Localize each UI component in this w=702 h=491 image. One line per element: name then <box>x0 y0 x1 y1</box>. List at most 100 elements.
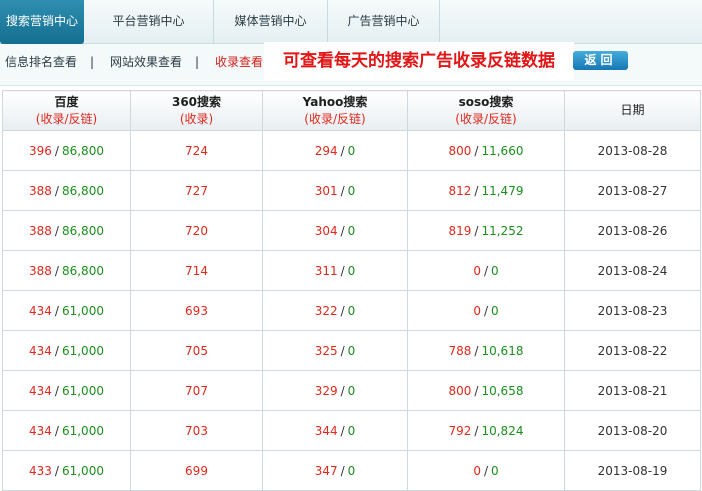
back-button[interactable]: 返回 <box>573 51 628 70</box>
cell-baidu: 396/86,800 <box>2 130 131 171</box>
index-value: 329 <box>314 383 338 398</box>
separator: | <box>195 55 200 69</box>
backlink-value: 11,252 <box>481 223 524 238</box>
table-row: 434/61,000 703 344/0 792/10,824 2013-08-20 <box>2 410 701 451</box>
slash: / <box>54 263 59 278</box>
promo-banner: 可查看每天的搜索广告收录反链数据 <box>264 42 574 80</box>
slash: / <box>340 463 345 478</box>
cell-baidu: 388/86,800 <box>2 170 131 211</box>
cell-soso: 812/11,479 <box>407 170 565 211</box>
cell-baidu: 434/61,000 <box>2 410 131 451</box>
cell-date: 2013-08-27 <box>564 170 701 211</box>
index-value: 800 <box>448 383 472 398</box>
cell-yahoo: 347/0 <box>262 450 408 491</box>
column-subtitle: (收录/反链) <box>35 111 98 126</box>
table-row: 396/86,800 724 294/0 800/11,660 2013-08-28 <box>2 130 701 171</box>
cell-360: 720 <box>130 210 263 251</box>
index-value: 388 <box>29 223 52 238</box>
slash: / <box>340 343 345 358</box>
index-value: 0 <box>473 463 481 478</box>
index-value: 311 <box>314 263 338 278</box>
cell-soso: 0/0 <box>407 450 565 491</box>
top-navigation: 搜索营销中心 平台营销中心 媒体营销中心 广告营销中心 <box>0 0 702 44</box>
cell-date: 2013-08-26 <box>564 210 701 251</box>
backlink-value: 86,800 <box>61 263 104 278</box>
tab-platform-marketing[interactable]: 平台营销中心 <box>84 0 214 44</box>
backlink-value: 61,000 <box>61 423 104 438</box>
cell-360: 727 <box>130 170 263 211</box>
index-value: 396 <box>29 143 52 158</box>
slash: / <box>483 463 489 478</box>
table-row: 434/61,000 705 325/0 788/10,618 2013-08-22 <box>2 330 701 371</box>
backlink-value: 0 <box>347 263 356 278</box>
column-title: soso搜索 <box>458 94 514 109</box>
cell-yahoo: 304/0 <box>262 210 408 251</box>
column-header-date: 日期 <box>564 90 701 131</box>
cell-soso: 800/10,658 <box>407 370 565 411</box>
slash: / <box>474 383 479 398</box>
cell-date: 2013-08-20 <box>564 410 701 451</box>
index-value: 792 <box>448 423 472 438</box>
index-value: 707 <box>185 383 208 398</box>
index-value: 388 <box>29 183 52 198</box>
backlink-value: 86,800 <box>61 143 104 158</box>
index-value: 727 <box>185 183 208 198</box>
index-value: 812 <box>448 183 472 198</box>
cell-baidu: 433/61,000 <box>2 450 131 491</box>
link-rank-view[interactable]: 信息排名查看 <box>5 44 77 82</box>
slash: / <box>474 143 479 158</box>
backlink-value: 0 <box>347 383 356 398</box>
index-value: 699 <box>185 463 208 478</box>
tab-ad-marketing[interactable]: 广告营销中心 <box>328 0 440 44</box>
cell-yahoo: 325/0 <box>262 330 408 371</box>
cell-yahoo: 311/0 <box>262 250 408 291</box>
slash: / <box>340 423 345 438</box>
table-row: 388/86,800 714 311/0 0/0 2013-08-24 <box>2 250 701 291</box>
table-row: 434/61,000 707 329 / 0 800/10,658 2013-08-21 <box>2 370 701 411</box>
link-site-effect-view[interactable]: 网站效果查看 <box>110 44 182 82</box>
date-value: 2013-08-27 <box>597 183 668 198</box>
column-title: 360搜索 <box>171 94 222 109</box>
cell-date: 2013-08-28 <box>564 130 701 171</box>
index-value: 693 <box>185 303 208 318</box>
column-header-360: 360搜索 (收录) <box>130 90 263 131</box>
column-header-baidu: 百度 (收录/反链) <box>2 90 131 131</box>
index-value: 703 <box>185 423 208 438</box>
cell-baidu: 434/61,000 <box>2 370 131 411</box>
cell-baidu: 388/86,800 <box>2 210 131 251</box>
index-value: 434 <box>29 303 52 318</box>
cell-soso: 0/0 <box>407 250 565 291</box>
backlink-value: 0 <box>491 463 499 478</box>
tab-media-marketing[interactable]: 媒体营销中心 <box>214 0 328 44</box>
backlink-value: 10,824 <box>481 423 524 438</box>
tab-search-marketing[interactable]: 搜索营销中心 <box>0 0 84 44</box>
date-value: 2013-08-20 <box>597 423 668 438</box>
backlink-value: 86,800 <box>61 223 104 238</box>
backlink-value: 61,000 <box>61 343 104 358</box>
slash: / <box>54 183 59 198</box>
cell-yahoo: 294/0 <box>262 130 408 171</box>
slash: / <box>340 223 345 238</box>
index-value: 347 <box>314 463 338 478</box>
cell-360: 714 <box>130 250 263 291</box>
index-value: 322 <box>314 303 338 318</box>
slash: / <box>340 263 345 278</box>
index-value: 304 <box>314 223 338 238</box>
date-value: 2013-08-24 <box>597 263 668 278</box>
cell-date: 2013-08-21 <box>564 370 701 411</box>
column-subtitle: (收录/反链) <box>304 111 366 126</box>
cell-soso: 788/10,618 <box>407 330 565 371</box>
cell-360: 699 <box>130 450 263 491</box>
slash: / <box>340 143 345 158</box>
index-value: 724 <box>185 143 208 158</box>
backlink-value: 0 <box>347 303 356 318</box>
link-index-view[interactable]: 收录查看 <box>215 44 263 82</box>
backlink-value: 11,479 <box>481 183 524 198</box>
backlink-value: 0 <box>347 343 356 358</box>
index-value: 344 <box>314 423 338 438</box>
index-value: 819 <box>448 223 472 238</box>
slash: / <box>340 183 345 198</box>
slash: / <box>54 143 59 158</box>
backlink-value: 61,000 <box>61 303 104 318</box>
index-value: 388 <box>29 263 52 278</box>
